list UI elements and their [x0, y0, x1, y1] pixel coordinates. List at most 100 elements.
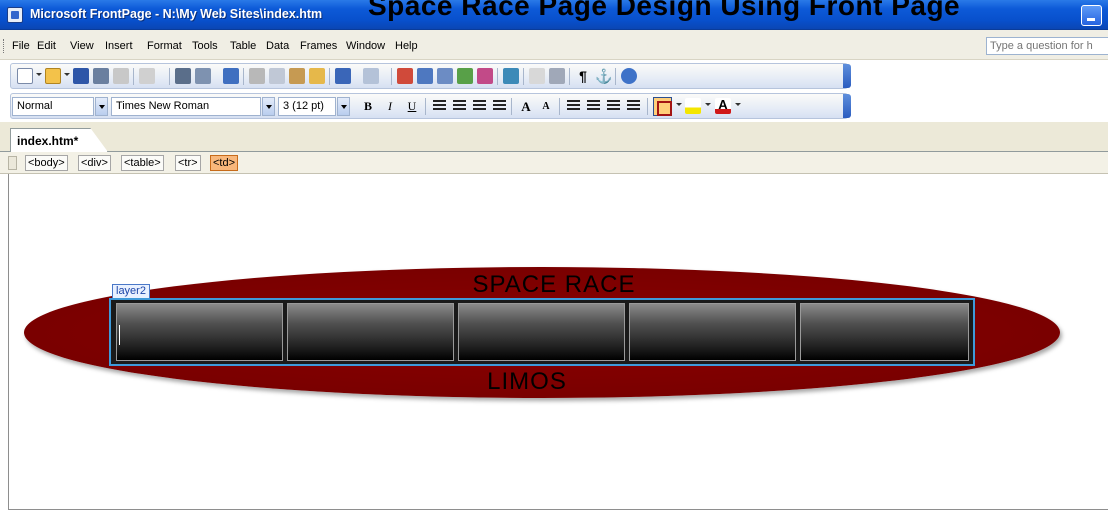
- web-component-icon[interactable]: [397, 68, 413, 84]
- paste-icon[interactable]: [289, 68, 305, 84]
- table-cell[interactable]: [116, 303, 283, 361]
- table-cell[interactable]: [800, 303, 969, 361]
- stop-icon[interactable]: [549, 68, 565, 84]
- tag-scroll-left-icon[interactable]: [8, 156, 17, 170]
- menu-bar: File Edit View Insert Format Tools Table…: [0, 30, 1108, 60]
- new-dropdown-icon[interactable]: [36, 73, 42, 76]
- bold-button[interactable]: B: [359, 97, 377, 116]
- menu-file[interactable]: File: [12, 40, 30, 52]
- separator: [511, 98, 512, 115]
- window-title: Microsoft FrontPage - N:\My Web Sites\in…: [30, 7, 323, 21]
- insert-layer-icon[interactable]: [437, 68, 453, 84]
- hyperlink-icon[interactable]: [503, 68, 519, 84]
- borders-dropdown-icon[interactable]: [676, 103, 682, 106]
- overlay-caption: Space Race Page Design Using Front Page: [368, 0, 961, 21]
- tag-table[interactable]: <table>: [121, 155, 164, 171]
- separator: [169, 68, 170, 85]
- separator: [133, 68, 134, 85]
- menu-edit[interactable]: Edit: [37, 40, 56, 52]
- save-icon[interactable]: [73, 68, 89, 84]
- separator: [615, 68, 616, 85]
- font-select[interactable]: Times New Roman: [111, 97, 261, 116]
- insert-table-icon[interactable]: [417, 68, 433, 84]
- style-dropdown-icon[interactable]: [95, 97, 108, 116]
- copy-icon[interactable]: [269, 68, 285, 84]
- redo-icon[interactable]: [363, 68, 379, 84]
- increase-indent-icon[interactable]: [627, 100, 640, 112]
- increase-font-button[interactable]: A: [517, 97, 535, 116]
- highlight-color-icon[interactable]: [685, 98, 701, 114]
- font-dropdown-icon[interactable]: [262, 97, 275, 116]
- decrease-font-button[interactable]: A: [537, 97, 555, 116]
- toolbar-options-icon[interactable]: [843, 94, 851, 118]
- menu-view[interactable]: View: [70, 40, 94, 52]
- format-painter-icon[interactable]: [309, 68, 325, 84]
- borders-icon[interactable]: [653, 97, 672, 116]
- highlight-dropdown-icon[interactable]: [705, 103, 711, 106]
- anchor-icon[interactable]: ⚓: [595, 68, 612, 84]
- tab-index-htm[interactable]: index.htm*: [10, 128, 108, 152]
- show-all-icon[interactable]: ¶: [575, 68, 591, 84]
- refresh-icon[interactable]: [529, 68, 545, 84]
- layer-label[interactable]: layer2: [112, 284, 150, 299]
- align-center-icon[interactable]: [453, 100, 466, 112]
- menu-table[interactable]: Table: [230, 40, 256, 52]
- underline-button[interactable]: U: [403, 97, 421, 116]
- menu-help[interactable]: Help: [395, 40, 418, 52]
- preview-icon[interactable]: [195, 68, 211, 84]
- style-select[interactable]: Normal: [12, 97, 94, 116]
- table-cell[interactable]: [629, 303, 796, 361]
- layer2-table[interactable]: [109, 298, 975, 366]
- bullets-icon[interactable]: [587, 100, 600, 112]
- tag-div[interactable]: <div>: [78, 155, 111, 171]
- numbering-icon[interactable]: [567, 100, 580, 112]
- undo-icon[interactable]: [335, 68, 351, 84]
- separator: [391, 68, 392, 85]
- align-right-icon[interactable]: [473, 100, 486, 112]
- insert-picture-icon[interactable]: [457, 68, 473, 84]
- help-icon[interactable]: [621, 68, 637, 84]
- cut-icon[interactable]: [249, 68, 265, 84]
- menu-frames[interactable]: Frames: [300, 40, 337, 52]
- separator: [497, 68, 498, 85]
- menu-insert[interactable]: Insert: [105, 40, 133, 52]
- quick-tag-selector: <body> <div> <table> <tr> <td>: [0, 152, 1108, 174]
- menu-data[interactable]: Data: [266, 40, 289, 52]
- text-cursor: [119, 325, 120, 345]
- minimize-button[interactable]: [1081, 5, 1102, 26]
- decrease-indent-icon[interactable]: [607, 100, 620, 112]
- italic-button[interactable]: I: [381, 97, 399, 116]
- menu-window[interactable]: Window: [346, 40, 385, 52]
- table-cell[interactable]: [287, 303, 454, 361]
- align-left-icon[interactable]: [433, 100, 446, 112]
- table-cell[interactable]: [458, 303, 625, 361]
- search-icon[interactable]: [93, 68, 109, 84]
- formatting-toolbar: Normal Times New Roman 3 (12 pt) B I U A…: [10, 93, 851, 119]
- font-color-dropdown-icon[interactable]: [735, 103, 741, 106]
- open-dropdown-icon[interactable]: [64, 73, 70, 76]
- font-size-dropdown-icon[interactable]: [337, 97, 350, 116]
- open-folder-icon[interactable]: [45, 68, 61, 84]
- tag-tr[interactable]: <tr>: [175, 155, 201, 171]
- banner-title: SPACE RACE: [472, 271, 636, 298]
- justify-icon[interactable]: [493, 100, 506, 112]
- publish-icon[interactable]: [113, 68, 129, 84]
- drawing-icon[interactable]: [477, 68, 493, 84]
- document-tab-bar: index.htm*: [0, 122, 1108, 152]
- menu-format[interactable]: Format: [147, 40, 182, 52]
- frontpage-app-icon[interactable]: [7, 7, 23, 23]
- tag-td[interactable]: <td>: [210, 155, 239, 171]
- toolbar-options-icon[interactable]: [843, 64, 851, 88]
- font-size-select[interactable]: 3 (12 pt): [278, 97, 336, 116]
- new-page-icon[interactable]: [17, 68, 33, 84]
- tag-body[interactable]: <body>: [25, 155, 68, 171]
- separator: [523, 68, 524, 85]
- spelling-icon[interactable]: [223, 68, 239, 84]
- font-color-icon[interactable]: A: [715, 98, 731, 114]
- menu-grip[interactable]: [3, 39, 6, 53]
- banner-subtitle: LIMOS: [487, 368, 567, 395]
- menu-tools[interactable]: Tools: [192, 40, 218, 52]
- print-icon[interactable]: [175, 68, 191, 84]
- toggle-pane-icon[interactable]: [139, 68, 155, 84]
- help-search-input[interactable]: [986, 37, 1108, 55]
